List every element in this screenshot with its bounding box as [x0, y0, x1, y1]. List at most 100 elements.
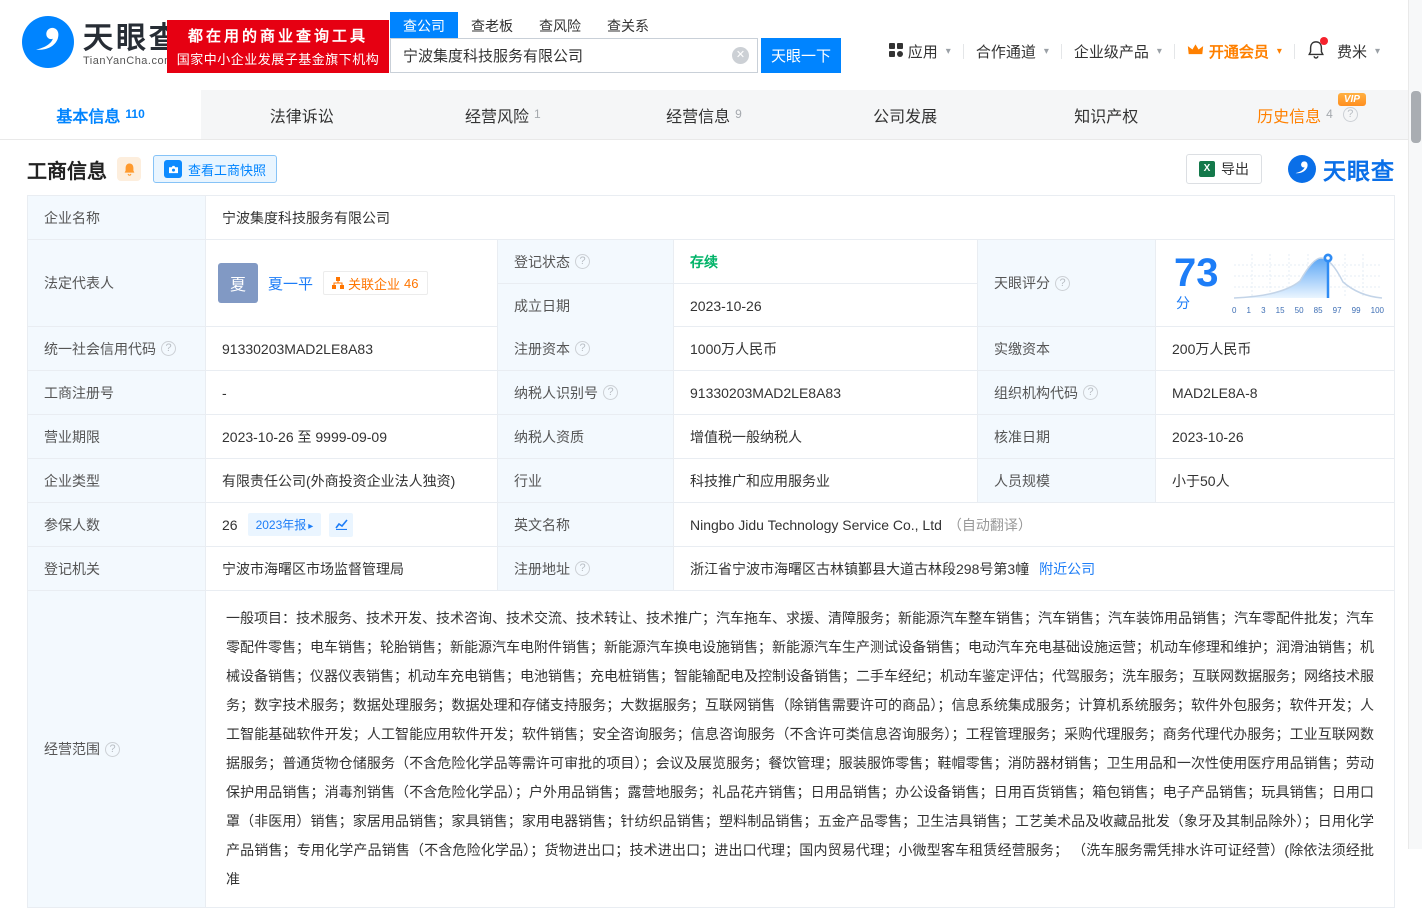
trend-chart-button[interactable]	[329, 513, 353, 537]
english-name-cell: Ningbo Jidu Technology Service Co., Ltd …	[674, 503, 1394, 546]
est-date-label: 成立日期	[498, 284, 674, 327]
search-button[interactable]: 天眼一下	[761, 38, 841, 73]
company-type-value: 有限责任公司(外商投资企业法人独资)	[206, 459, 498, 502]
search-tab-risk[interactable]: 查风险	[526, 12, 594, 38]
top-header: 天眼查 TianYanCha.com 都在用的商业查询工具 国家中小企业发展子基…	[0, 0, 1408, 90]
nav-apps-label: 应用	[908, 41, 938, 62]
approval-date-value: 2023-10-26	[1156, 415, 1394, 458]
tab-label: 知识产权	[1074, 103, 1138, 127]
tab-basic-info[interactable]: 基本信息 110	[0, 90, 201, 139]
help-icon[interactable]	[105, 742, 120, 757]
business-scope-label: 经营范围	[28, 591, 206, 907]
label-text: 经营范围	[44, 739, 100, 759]
promo-banner: 都在用的商业查询工具 国家中小企业发展子基金旗下机构	[167, 20, 389, 73]
help-icon[interactable]	[603, 385, 618, 400]
auto-translate-note: （自动翻译）	[948, 515, 1032, 535]
tianyancha-logo[interactable]: 天眼查 TianYanCha.com	[22, 16, 182, 73]
help-icon[interactable]	[575, 341, 590, 356]
status-date-subgrid: 登记状态 存续 成立日期 2023-10-26	[498, 240, 978, 326]
table-row: 营业期限 2023-10-26 至 9999-09-09 纳税人资质 增值税一般…	[28, 415, 1394, 459]
promo-line-2: 国家中小企业发展子基金旗下机构	[177, 49, 380, 68]
paid-capital-label: 实缴资本	[978, 327, 1156, 370]
promo-line-1: 都在用的商业查询工具	[188, 25, 368, 46]
table-row: 登记机关 宁波市海曙区市场监督管理局 注册地址 浙江省宁波市海曙区古林镇鄞县大道…	[28, 547, 1394, 591]
label-text: 登记状态	[514, 252, 570, 272]
org-code-value: MAD2LE8A-8	[1156, 371, 1394, 414]
tab-legal[interactable]: 法律诉讼	[201, 90, 402, 139]
tab-count: 110	[125, 107, 144, 121]
crown-icon	[1187, 43, 1204, 60]
search-tab-relation[interactable]: 查关系	[594, 12, 662, 38]
label-text: 注册地址	[514, 559, 570, 579]
help-icon[interactable]	[575, 254, 590, 269]
export-button-label: 导出	[1221, 159, 1249, 179]
company-type-label: 企业类型	[28, 459, 206, 502]
legal-rep-link[interactable]: 夏一平	[268, 273, 313, 294]
industry-value: 科技推广和应用服务业	[674, 459, 978, 502]
nearby-companies-link[interactable]: 附近公司	[1039, 559, 1095, 579]
snapshot-button[interactable]: 查看工商快照	[153, 155, 277, 183]
nav-partner-label: 合作通道	[976, 41, 1036, 62]
search-tab-company[interactable]: 查公司	[390, 12, 458, 38]
score-cell: 73分	[1156, 240, 1394, 326]
export-button[interactable]: X 导出	[1186, 154, 1262, 184]
tab-history-info[interactable]: VIP 历史信息 4	[1207, 90, 1408, 139]
tab-operating-risk[interactable]: 经营风险 1	[402, 90, 603, 139]
annual-report-badge[interactable]: 2023年报	[248, 513, 322, 536]
nav-divider	[1174, 44, 1175, 59]
org-code-label: 组织机构代码	[978, 371, 1156, 414]
est-date-value: 2023-10-26	[674, 284, 977, 327]
tab-company-development[interactable]: 公司发展	[805, 90, 1006, 139]
vip-badge: VIP	[1338, 93, 1366, 106]
approval-date-label: 核准日期	[978, 415, 1156, 458]
score-value: 73	[1174, 251, 1219, 295]
search-tab-boss[interactable]: 查老板	[458, 12, 526, 38]
search-area: 查公司 查老板 查风险 查关系 ✕ 天眼一下	[390, 12, 841, 73]
related-companies-badge[interactable]: 关联企业 46	[323, 271, 427, 295]
legal-rep-label: 法定代表人	[28, 240, 206, 326]
table-row: 法定代表人 夏 夏一平 关联企业 46 登记状态 存续 成立日期 2023-10…	[28, 240, 1394, 327]
search-input[interactable]	[390, 38, 758, 73]
nav-apps[interactable]: 应用	[889, 41, 951, 62]
taxpayer-quality-value: 增值税一般纳税人	[674, 415, 978, 458]
business-term-label: 营业期限	[28, 415, 206, 458]
nav-user[interactable]: 费米	[1337, 41, 1380, 62]
nav-enterprise[interactable]: 企业级产品	[1074, 41, 1162, 62]
company-page-tabs: 基本信息 110 法律诉讼 经营风险 1 经营信息 9 公司发展 知识产权 VI…	[0, 90, 1408, 140]
nav-divider	[963, 44, 964, 59]
nav-user-label: 费米	[1337, 41, 1367, 62]
tab-intellectual-property[interactable]: 知识产权	[1006, 90, 1207, 139]
help-icon[interactable]	[1055, 276, 1070, 291]
help-icon[interactable]	[575, 561, 590, 576]
apps-grid-icon	[889, 43, 903, 61]
label-text: 纳税人识别号	[514, 383, 598, 403]
help-icon[interactable]	[1083, 385, 1098, 400]
help-icon[interactable]	[161, 341, 176, 356]
score-unit: 分	[1176, 295, 1190, 311]
nav-vip[interactable]: 开通会员	[1187, 41, 1282, 62]
taxpayer-id-value: 91330203MAD2LE8A83	[674, 371, 978, 414]
credit-code-value: 91330203MAD2LE8A83	[206, 327, 498, 370]
table-row: 工商注册号 - 纳税人识别号 91330203MAD2LE8A83 组织机构代码…	[28, 371, 1394, 415]
table-row: 经营范围 一般项目：技术服务、技术开发、技术咨询、技术交流、技术转让、技术推广；…	[28, 591, 1394, 908]
nav-partner[interactable]: 合作通道	[976, 41, 1049, 62]
clear-search-icon[interactable]: ✕	[732, 47, 749, 64]
nav-divider	[1061, 44, 1062, 59]
scrollbar-track[interactable]	[1408, 0, 1422, 849]
tab-business-info[interactable]: 经营信息 9	[603, 90, 804, 139]
notifications-bell[interactable]	[1307, 40, 1325, 63]
english-name-value: Ningbo Jidu Technology Service Co., Ltd	[690, 517, 942, 533]
monitor-bell-button[interactable]	[117, 157, 141, 181]
related-badge-label: 关联企业	[348, 274, 400, 293]
industry-label: 行业	[498, 459, 674, 502]
table-row: 统一社会信用代码 91330203MAD2LE8A83 注册资本 1000万人民…	[28, 327, 1394, 371]
reg-number-label: 工商注册号	[28, 371, 206, 414]
english-name-label: 英文名称	[498, 503, 674, 546]
table-row: 企业名称 宁波集度科技服务有限公司	[28, 196, 1394, 240]
scrollbar-thumb[interactable]	[1411, 91, 1421, 143]
legal-rep-avatar[interactable]: 夏	[218, 263, 258, 303]
reg-address-cell: 浙江省宁波市海曙区古林镇鄞县大道古林段298号第3幢 附近公司	[674, 547, 1394, 590]
insured-count-cell: 26 2023年报	[206, 503, 498, 546]
help-icon[interactable]	[1343, 107, 1358, 122]
legal-rep-cell: 夏 夏一平 关联企业 46	[206, 240, 498, 326]
